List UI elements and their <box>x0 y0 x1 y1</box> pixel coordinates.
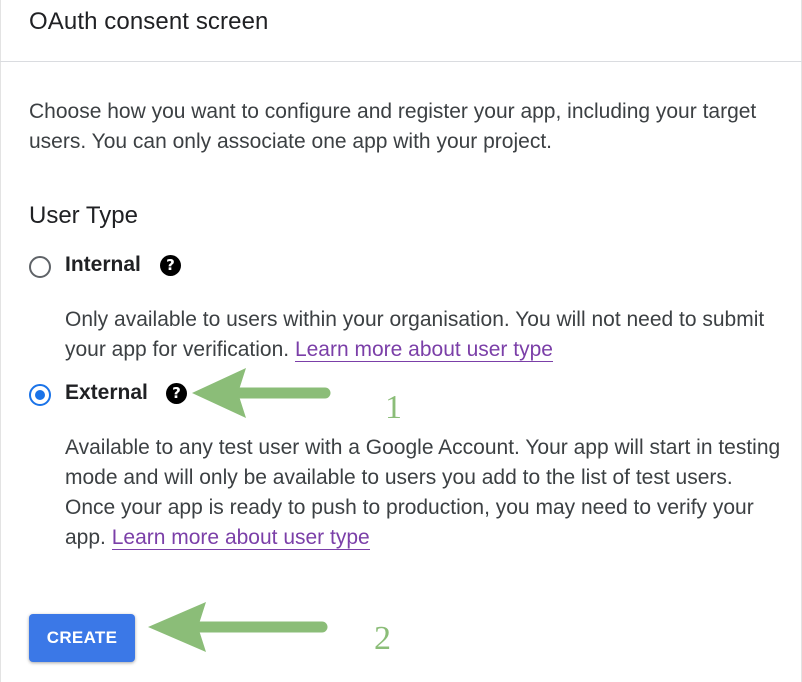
internal-label[interactable]: Internal <box>65 253 141 277</box>
annotation-arrow-icon <box>148 602 328 652</box>
help-circle-icon[interactable]: ? <box>160 255 181 276</box>
left-border <box>0 0 1 682</box>
intro-text: Choose how you want to configure and reg… <box>29 100 757 153</box>
annotation-arrow-icon <box>192 368 331 418</box>
learn-more-link-external[interactable]: Learn more about user type <box>111 526 370 550</box>
create-button[interactable]: CREATE <box>29 614 135 662</box>
external-description: Available to any test user with a Google… <box>65 433 785 553</box>
annotation-step-2: 2 <box>374 620 391 657</box>
page-title: OAuth consent screen <box>29 8 269 35</box>
user-type-heading: User Type <box>29 202 138 229</box>
internal-radio[interactable] <box>29 256 51 278</box>
external-label[interactable]: External <box>65 381 148 405</box>
internal-description: Only available to users within your orga… <box>65 305 785 365</box>
learn-more-link-internal[interactable]: Learn more about user type <box>294 338 553 362</box>
help-circle-icon[interactable]: ? <box>166 383 187 404</box>
header-divider <box>0 61 802 62</box>
annotation-step-1: 1 <box>385 389 402 426</box>
external-radio[interactable] <box>29 384 51 406</box>
oauth-consent-page: OAuth consent screen Choose how you want… <box>0 0 802 682</box>
